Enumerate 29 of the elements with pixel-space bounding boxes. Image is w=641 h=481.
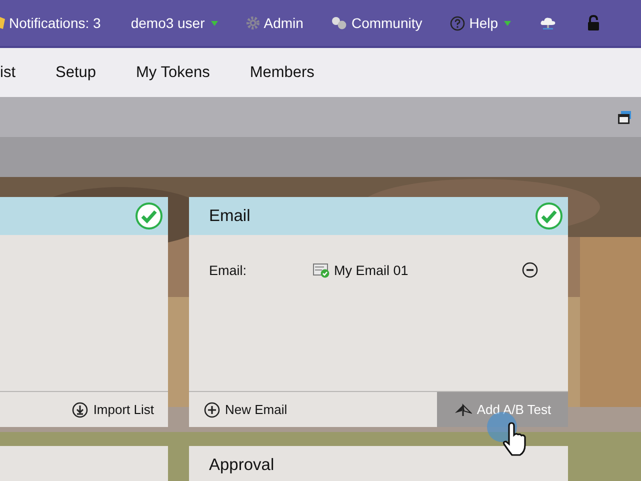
top-bar-link[interactable]: demo3 user — [130, 15, 205, 31]
nav-tab[interactable]: ist — [0, 64, 16, 82]
caret-icon[interactable] — [210, 20, 218, 26]
download-icon — [72, 402, 88, 418]
card-title: Email — [209, 206, 252, 226]
help-icon — [450, 16, 466, 30]
gear-icon — [246, 16, 260, 30]
email-link[interactable]: My Email 01 — [334, 262, 408, 278]
cloud-icon[interactable] — [539, 15, 558, 31]
split-arrow-icon — [454, 402, 472, 416]
action-button[interactable]: New Email — [189, 392, 437, 427]
field-label: Email: — [209, 262, 248, 278]
email-icon — [313, 262, 330, 278]
badge-icon — [0, 16, 5, 30]
windows-icon[interactable] — [618, 110, 631, 124]
speech-bubbles-icon — [331, 16, 348, 30]
action-button[interactable]: Import List — [58, 392, 168, 427]
lock-icon[interactable] — [587, 15, 600, 31]
caret-icon[interactable] — [504, 20, 512, 26]
nav-tab[interactable]: My Tokens — [136, 64, 210, 82]
plus-icon — [204, 402, 220, 418]
top-bar-link[interactable]: Help — [469, 15, 498, 31]
nav-tab[interactable]: Members — [250, 64, 314, 82]
top-bar-link[interactable]: Admin — [264, 15, 304, 31]
nav-tab[interactable]: Setup — [56, 64, 96, 82]
remove-icon[interactable] — [522, 262, 538, 278]
card-title: Approval — [209, 456, 276, 474]
top-bar-link[interactable]: Community — [351, 15, 422, 31]
top-bar-link[interactable]: Notifications: 3 — [9, 15, 101, 31]
